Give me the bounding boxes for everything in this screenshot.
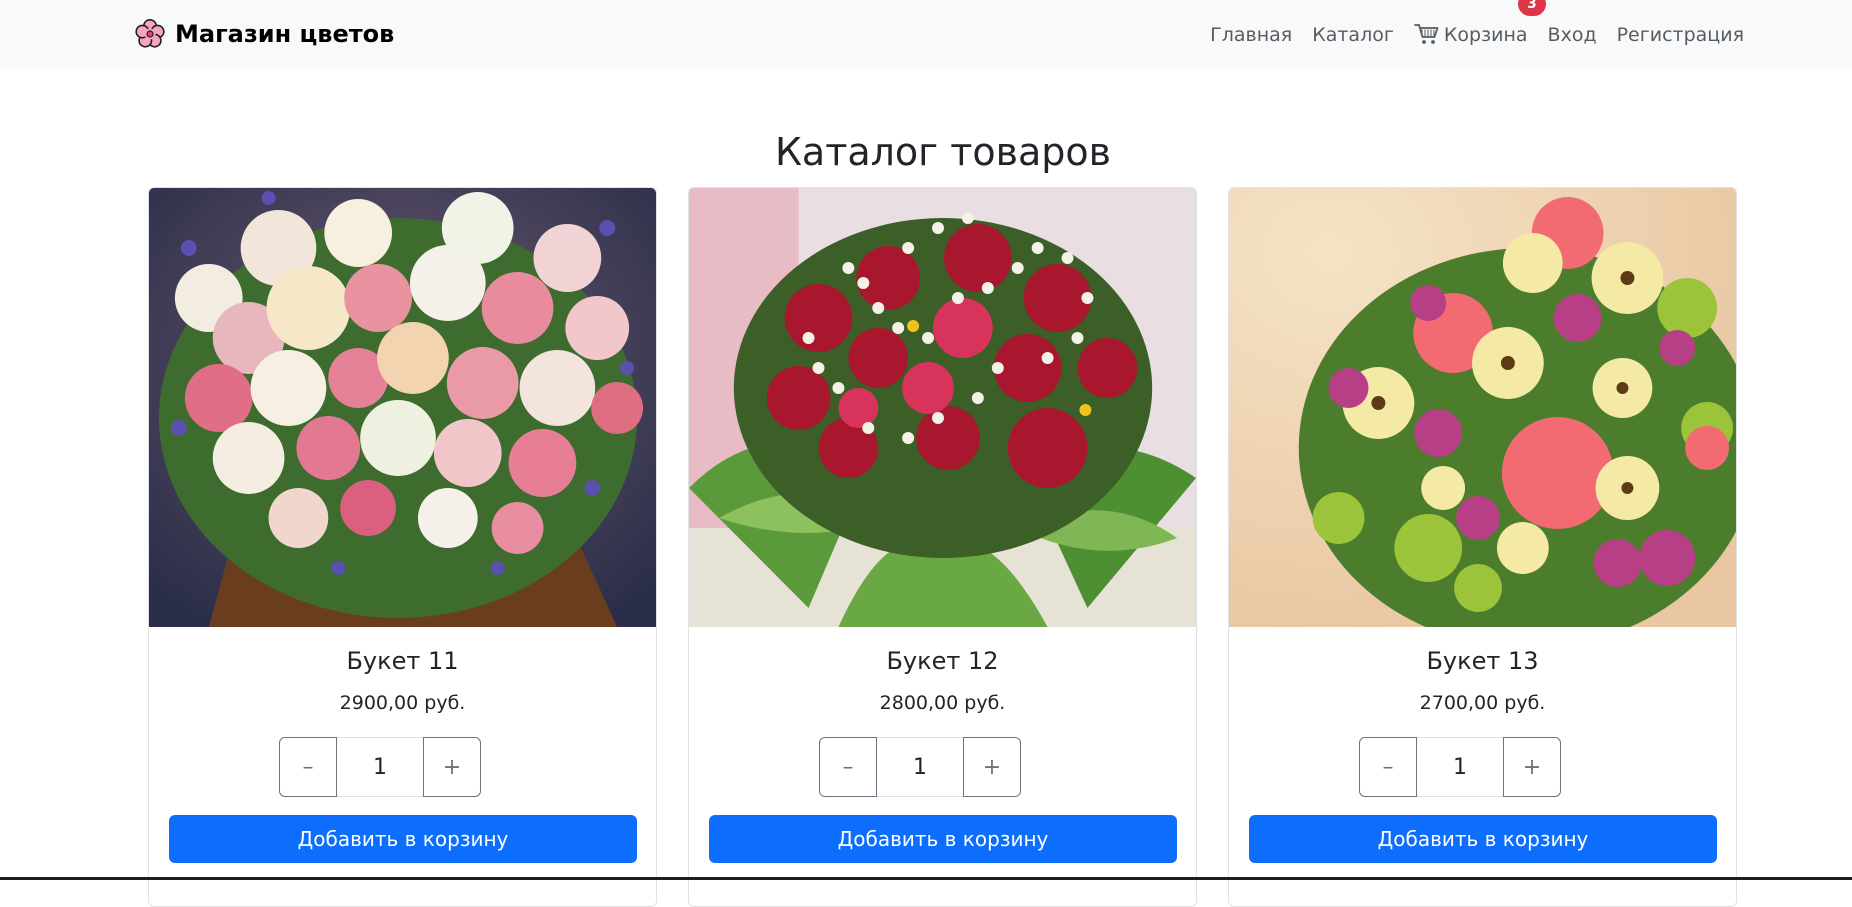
quantity-increase-button[interactable]: + <box>1503 737 1561 797</box>
quantity-stepper: – + <box>819 737 1023 797</box>
quantity-input[interactable] <box>1417 737 1503 797</box>
product-card: Букет 11 2900,00 руб. – + Добавить в кор… <box>148 187 657 907</box>
product-image <box>149 188 656 627</box>
nav-cart-label: Корзина <box>1443 23 1528 46</box>
quantity-decrease-button[interactable]: – <box>1359 737 1417 797</box>
product-name: Букет 12 <box>886 647 999 675</box>
brand-name: Магазин цветов <box>175 20 395 48</box>
cart-icon <box>1413 24 1439 44</box>
navbar: Магазин цветов Главная Каталог Корзина 3… <box>0 0 1852 69</box>
product-image <box>1229 188 1736 627</box>
product-price: 2900,00 руб. <box>339 692 466 714</box>
nav-home[interactable]: Главная <box>1210 24 1292 46</box>
product-name: Букет 11 <box>346 647 459 675</box>
nav-catalog[interactable]: Каталог <box>1312 24 1394 46</box>
quantity-input[interactable] <box>337 737 423 797</box>
product-image <box>689 188 1196 627</box>
product-name: Букет 13 <box>1426 647 1539 675</box>
quantity-input[interactable] <box>877 737 963 797</box>
nav-cart[interactable]: Корзина 3 <box>1413 0 1546 46</box>
nav-register[interactable]: Регистрация <box>1617 24 1744 46</box>
add-to-cart-button[interactable]: Добавить в корзину <box>1249 815 1717 863</box>
add-to-cart-button[interactable]: Добавить в корзину <box>169 815 637 863</box>
flower-icon <box>135 19 165 48</box>
quantity-stepper: – + <box>1359 737 1563 797</box>
main-nav: Главная Каталог Корзина 3 Вход Регистрац… <box>1210 0 1744 69</box>
quantity-increase-button[interactable]: + <box>423 737 481 797</box>
product-price: 2800,00 руб. <box>879 692 1006 714</box>
quantity-decrease-button[interactable]: – <box>279 737 337 797</box>
nav-login[interactable]: Вход <box>1548 24 1597 46</box>
product-price: 2700,00 руб. <box>1419 692 1546 714</box>
cart-count-badge: 3 <box>1517 0 1546 16</box>
quantity-decrease-button[interactable]: – <box>819 737 877 797</box>
page-title: Каталог товаров <box>774 130 1112 174</box>
quantity-increase-button[interactable]: + <box>963 737 1021 797</box>
add-to-cart-button[interactable]: Добавить в корзину <box>709 815 1177 863</box>
product-card: Букет 13 2700,00 руб. – + Добавить в кор… <box>1228 187 1737 907</box>
product-card: Букет 12 2800,00 руб. – + Добавить в кор… <box>688 187 1197 907</box>
brand-link[interactable]: Магазин цветов <box>134 14 394 54</box>
quantity-stepper: – + <box>279 737 483 797</box>
